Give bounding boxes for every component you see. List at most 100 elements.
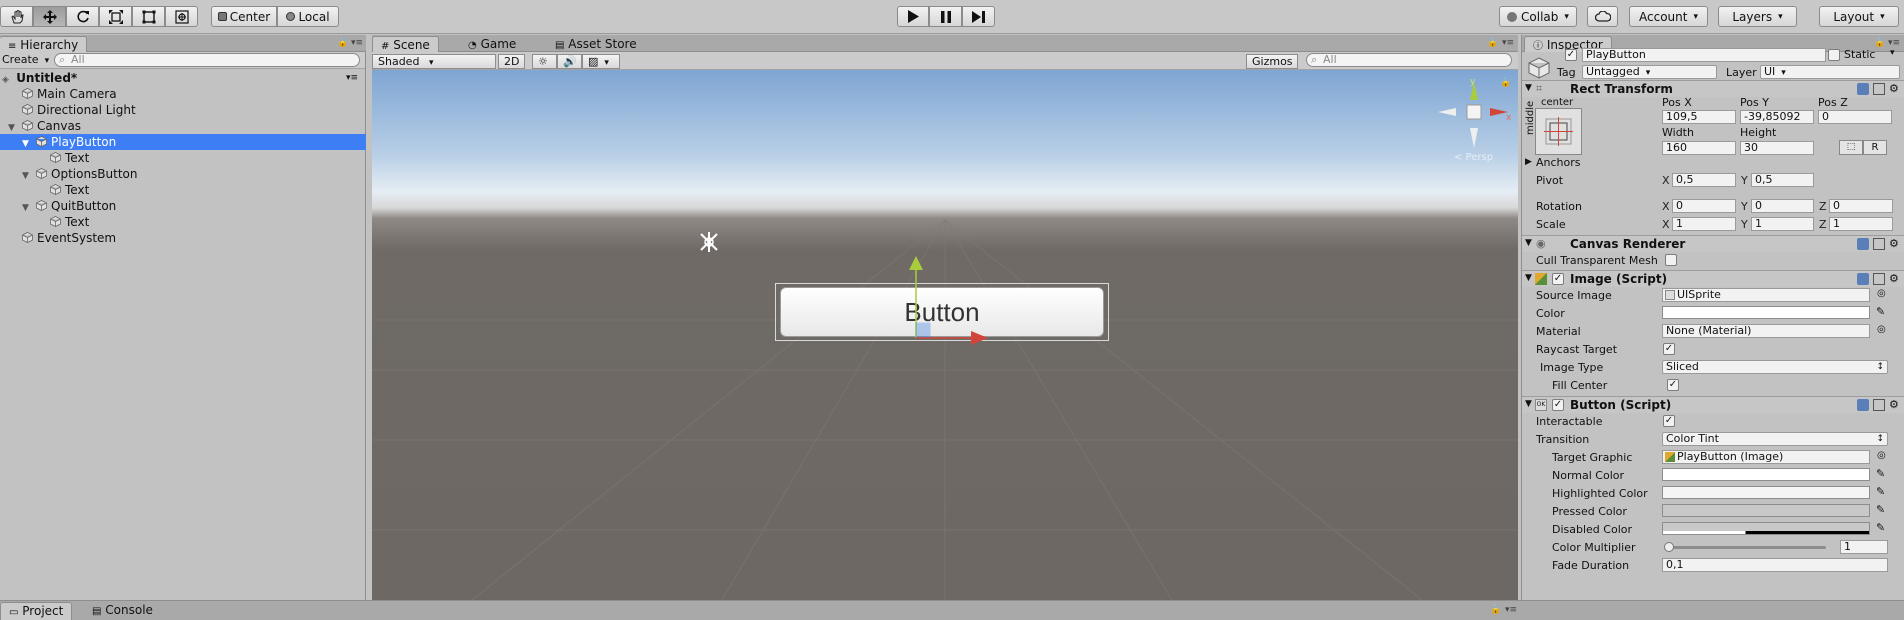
pivot-y-field[interactable]: 0,5 (1751, 173, 1814, 187)
settings-gear-icon[interactable]: ⚙ (1889, 83, 1901, 95)
tab-asset-store[interactable]: ▤ Asset Store (547, 36, 645, 52)
lock-icon[interactable]: 🔒 (1487, 38, 1498, 48)
hierarchy-item-playbutton[interactable]: ▼ PlayButton (0, 134, 366, 150)
anchors-foldout[interactable]: Anchors (1536, 156, 1581, 169)
audio-toggle[interactable]: 🔊 (557, 54, 582, 69)
canvas-renderer-header[interactable]: ▼ ◉ Canvas Renderer ⚙ (1522, 235, 1904, 252)
tab-project[interactable]: ▭ Project (0, 602, 73, 620)
lock-icon[interactable]: 🔒 (1490, 605, 1501, 615)
static-dropdown-icon[interactable]: ▾ (1890, 48, 1895, 58)
interactable-checkbox[interactable]: ✓ (1663, 415, 1675, 427)
hierarchy-item-main-camera[interactable]: Main Camera (0, 86, 366, 102)
fade-duration-field[interactable]: 0,1 (1662, 558, 1888, 572)
hierarchy-item-text[interactable]: Text (0, 214, 366, 230)
help-book-icon[interactable] (1857, 399, 1869, 411)
scale-x-field[interactable]: 1 (1672, 217, 1736, 231)
target-graphic-field[interactable]: PlayButton (Image) (1662, 450, 1870, 464)
pause-button[interactable] (929, 6, 962, 27)
object-picker-icon[interactable]: ◎ (1877, 324, 1886, 335)
collab-dropdown[interactable]: Collab (1499, 6, 1577, 27)
disabled-color-swatch[interactable] (1662, 522, 1870, 535)
hierarchy-item-quitbutton[interactable]: ▼ QuitButton (0, 198, 366, 214)
presets-icon[interactable] (1873, 83, 1885, 95)
button-component-header[interactable]: ▼ OK ✓ Button (Script) ⚙ (1522, 396, 1904, 413)
effects-dropdown[interactable]: ▨ (582, 54, 620, 69)
eyedropper-icon[interactable]: ✎ (1876, 503, 1885, 516)
persp-label[interactable]: < Persp (1454, 152, 1493, 163)
settings-gear-icon[interactable]: ⚙ (1889, 399, 1901, 411)
scale-z-field[interactable]: 1 (1829, 217, 1893, 231)
tab-scene[interactable]: # Scene (372, 36, 439, 52)
pressed-color-swatch[interactable] (1662, 504, 1870, 517)
panel-menu-icon[interactable]: ▾≡ (351, 38, 363, 48)
static-checkbox[interactable] (1828, 49, 1840, 61)
image-component-header[interactable]: ▼ ✓ Image (Script) ⚙ (1522, 270, 1904, 287)
rect-tool-button[interactable] (132, 6, 165, 27)
pos-x-field[interactable]: 109,5 (1662, 110, 1736, 124)
panel-menu-icon[interactable]: ▾≡ (1505, 605, 1517, 615)
transition-dropdown[interactable]: Color Tint ↕ (1662, 432, 1888, 446)
layout-dropdown[interactable]: Layout (1819, 6, 1899, 27)
help-book-icon[interactable] (1857, 238, 1869, 250)
hand-tool-button[interactable] (0, 6, 33, 27)
lighting-toggle[interactable]: ☼ (532, 54, 557, 69)
color-multiplier-field[interactable]: 1 (1840, 540, 1888, 554)
image-enabled-checkbox[interactable]: ✓ (1552, 273, 1564, 285)
hierarchy-item-canvas[interactable]: ▼ Canvas (0, 118, 366, 134)
layer-dropdown[interactable]: UI (1760, 65, 1900, 79)
rotation-y-field[interactable]: 0 (1751, 199, 1814, 213)
material-field[interactable]: None (Material) (1662, 324, 1870, 338)
collapse-arrow-icon[interactable]: ▼ (1525, 238, 1532, 248)
panel-menu-icon[interactable]: ▾≡ (1502, 38, 1514, 48)
image-type-dropdown[interactable]: Sliced ↕ (1662, 360, 1888, 374)
object-name-field[interactable]: PlayButton (1582, 48, 1826, 62)
collapse-arrow-icon[interactable]: ▼ (1525, 399, 1532, 409)
scene-menu-icon[interactable]: ▾≡ (346, 70, 358, 86)
lock-icon[interactable]: 🔒 (1874, 38, 1885, 48)
create-dropdown[interactable]: Create (2, 53, 49, 66)
settings-gear-icon[interactable]: ⚙ (1889, 273, 1901, 285)
highlighted-color-swatch[interactable] (1662, 486, 1870, 499)
height-field[interactable]: 30 (1740, 141, 1814, 155)
presets-icon[interactable] (1873, 273, 1885, 285)
hierarchy-search-input[interactable]: ⌕ All (54, 53, 360, 67)
pivot-space-toggle[interactable]: Local (277, 6, 339, 27)
button-enabled-checkbox[interactable]: ✓ (1552, 399, 1564, 411)
anchor-presets-button[interactable] (1535, 108, 1582, 155)
hierarchy-item-eventsystem[interactable]: EventSystem (0, 230, 366, 246)
color-multiplier-track[interactable] (1664, 542, 1826, 552)
viewport-lock-icon[interactable]: 🔒 (1500, 78, 1511, 88)
help-book-icon[interactable] (1857, 273, 1869, 285)
eyedropper-icon[interactable]: ✎ (1876, 485, 1885, 498)
tab-hierarchy[interactable]: ≡ Hierarchy (0, 36, 88, 52)
hierarchy-item-text[interactable]: Text (0, 150, 366, 166)
color-multiplier-thumb[interactable] (1664, 542, 1674, 552)
object-picker-icon[interactable]: ◎ (1877, 450, 1886, 461)
help-book-icon[interactable] (1857, 83, 1869, 95)
transform-tool-button[interactable] (165, 6, 198, 27)
tab-game[interactable]: ◔ Game (460, 36, 524, 52)
orientation-gizmo[interactable]: y x (1434, 76, 1514, 156)
rotation-z-field[interactable]: 0 (1829, 199, 1893, 213)
rotate-tool-button[interactable] (66, 6, 99, 27)
blueprint-mode-button[interactable]: ⬚ (1839, 140, 1863, 155)
anchors-expand-icon[interactable]: ▶ (1525, 157, 1532, 167)
eyedropper-icon[interactable]: ✎ (1876, 521, 1885, 534)
tag-dropdown[interactable]: Untagged (1582, 65, 1717, 79)
raw-edit-button[interactable]: R (1863, 140, 1887, 155)
source-image-field[interactable]: UISprite (1662, 288, 1870, 302)
collapse-arrow-icon[interactable]: ▼ (1525, 273, 1532, 283)
object-picker-icon[interactable]: ◎ (1877, 288, 1886, 299)
rect-transform-header[interactable]: ▼ ⌗ Rect Transform ⚙ (1522, 80, 1904, 97)
scene-viewport[interactable]: Button y x < Persp 🔒 (372, 70, 1518, 600)
pivot-x-field[interactable]: 0,5 (1672, 173, 1736, 187)
settings-gear-icon[interactable]: ⚙ (1889, 238, 1901, 250)
step-button[interactable] (962, 6, 995, 27)
active-checkbox[interactable]: ✓ (1565, 49, 1577, 61)
hierarchy-item-directional-light[interactable]: Directional Light (0, 102, 366, 118)
eyedropper-icon[interactable]: ✎ (1876, 467, 1885, 480)
presets-icon[interactable] (1873, 399, 1885, 411)
pos-z-field[interactable]: 0 (1818, 110, 1892, 124)
layers-dropdown[interactable]: Layers (1718, 6, 1797, 27)
scale-y-field[interactable]: 1 (1751, 217, 1814, 231)
